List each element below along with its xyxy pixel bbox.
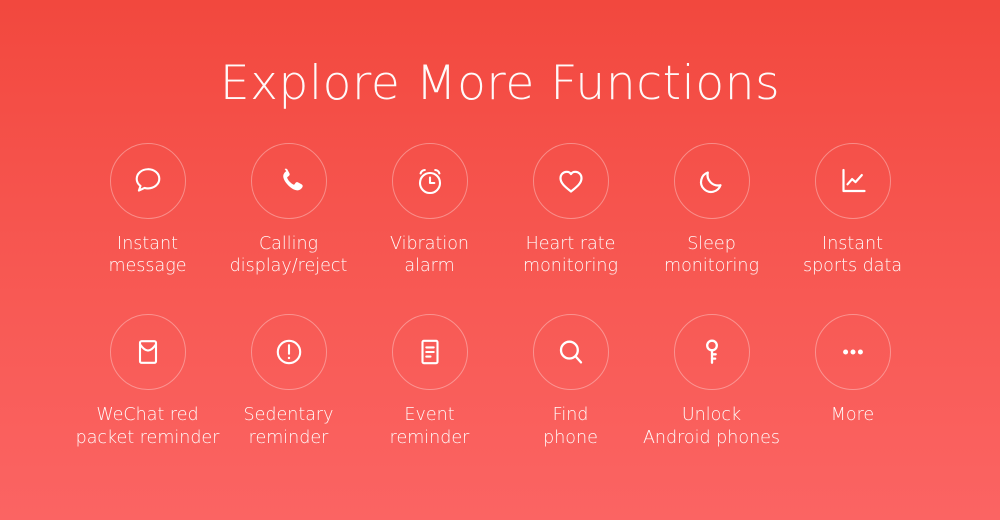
crescent-moon-icon bbox=[695, 164, 729, 198]
document-lines-icon bbox=[413, 335, 447, 369]
feature-event-reminder[interactable]: Event reminder bbox=[359, 314, 500, 449]
icon-circle bbox=[391, 314, 468, 391]
feature-unlock-android-phones[interactable]: Unlock Android phones bbox=[641, 314, 782, 449]
feature-instant-sports-data[interactable]: Instant sports data bbox=[782, 142, 923, 278]
feature-label: Calling display/reject bbox=[229, 233, 348, 277]
feature-label: Vibration alarm bbox=[390, 233, 469, 277]
features-grid: Instant message Calling display/reject V… bbox=[0, 142, 1000, 450]
feature-calling-display-reject[interactable]: Calling display/reject bbox=[218, 142, 359, 278]
magnifier-icon bbox=[554, 335, 588, 369]
icon-circle bbox=[532, 314, 609, 391]
features-row: WeChat red packet reminder Sedentary rem… bbox=[0, 314, 1000, 449]
feature-sedentary-reminder[interactable]: Sedentary reminder bbox=[218, 314, 359, 449]
phone-handset-icon bbox=[272, 164, 306, 198]
key-icon bbox=[695, 335, 729, 369]
ellipsis-icon bbox=[836, 335, 870, 369]
icon-circle bbox=[532, 142, 609, 219]
alarm-clock-icon bbox=[413, 164, 447, 198]
icon-circle bbox=[109, 142, 186, 219]
feature-sleep-monitoring[interactable]: Sleep monitoring bbox=[641, 142, 782, 278]
feature-more[interactable]: More bbox=[782, 314, 923, 426]
feature-wechat-red-packet-reminder[interactable]: WeChat red packet reminder bbox=[76, 314, 219, 449]
feature-label: Sedentary reminder bbox=[243, 405, 334, 448]
features-row: Instant message Calling display/reject V… bbox=[0, 142, 1000, 278]
heart-icon bbox=[554, 164, 588, 198]
icon-circle bbox=[814, 314, 891, 391]
promo-page: Explore More Functions Instant message C… bbox=[0, 0, 1000, 520]
icon-circle bbox=[250, 142, 327, 219]
feature-heart-rate-monitoring[interactable]: Heart rate monitoring bbox=[500, 142, 641, 278]
icon-circle bbox=[673, 314, 750, 391]
feature-vibration-alarm[interactable]: Vibration alarm bbox=[359, 142, 500, 278]
feature-label: Unlock Android phones bbox=[642, 405, 781, 448]
page-title: Explore More Functions bbox=[219, 56, 781, 111]
icon-circle bbox=[391, 142, 468, 219]
envelope-icon bbox=[131, 335, 165, 369]
feature-instant-message[interactable]: Instant message bbox=[77, 142, 218, 278]
feature-label: Sleep monitoring bbox=[664, 233, 759, 277]
feature-label: Instant message bbox=[108, 233, 187, 277]
icon-circle bbox=[814, 142, 891, 219]
feature-label: More bbox=[830, 405, 875, 426]
feature-label: WeChat red packet reminder bbox=[75, 405, 220, 448]
icon-circle bbox=[673, 142, 750, 219]
icon-circle bbox=[250, 314, 327, 391]
feature-label: Event reminder bbox=[389, 405, 470, 448]
feature-find-phone[interactable]: Find phone bbox=[500, 314, 641, 449]
line-chart-icon bbox=[836, 164, 870, 198]
icon-circle bbox=[109, 314, 186, 391]
feature-label: Instant sports data bbox=[802, 233, 903, 277]
chat-bubble-icon bbox=[131, 164, 165, 198]
exclamation-circle-icon bbox=[272, 335, 306, 369]
feature-label: Heart rate monitoring bbox=[523, 233, 618, 277]
feature-label: Find phone bbox=[543, 405, 598, 448]
